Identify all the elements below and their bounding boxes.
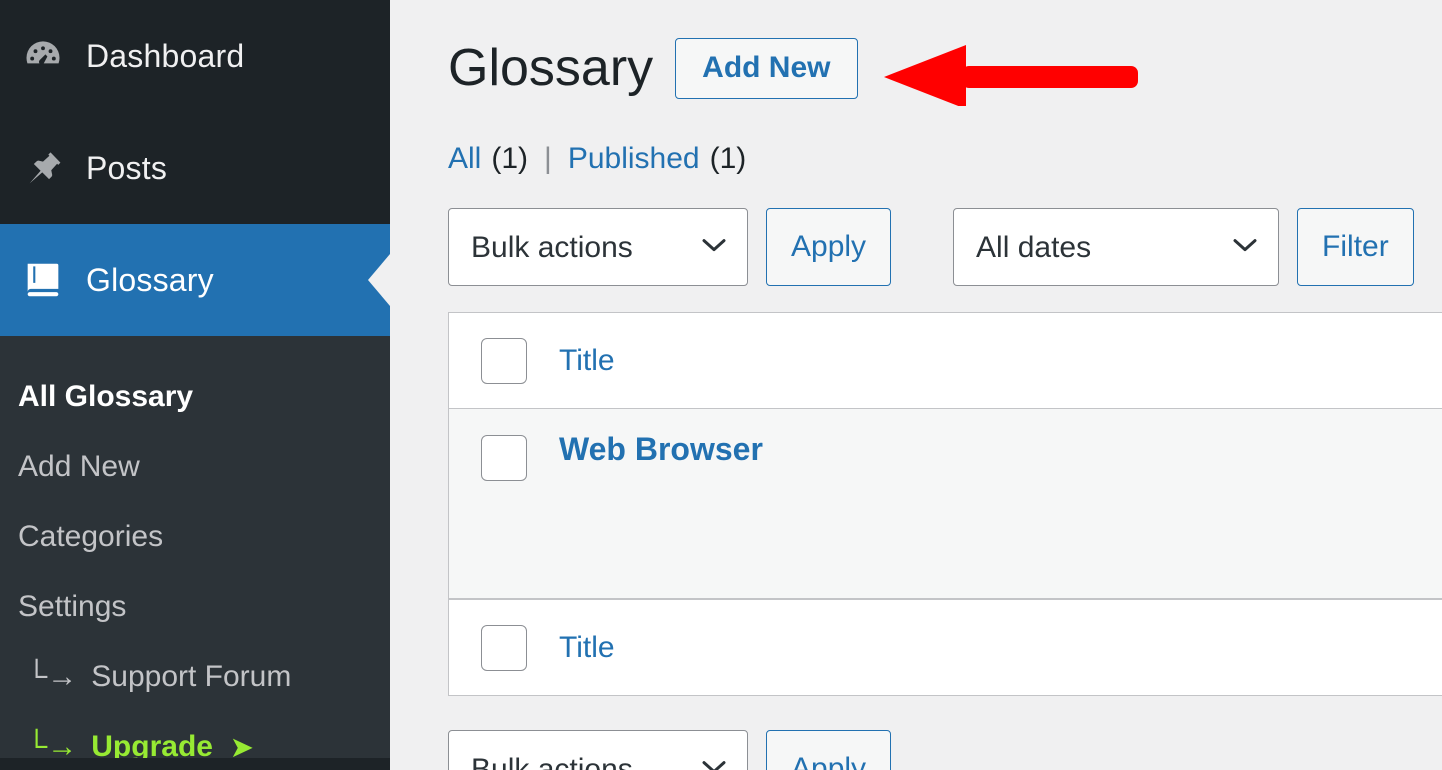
sidebar-subitem-label: Settings <box>18 590 127 623</box>
sidebar-subitem-support-forum[interactable]: └→ Support Forum <box>0 642 390 712</box>
select-all-checkbox-bottom[interactable] <box>481 624 527 671</box>
sidebar-item-label: Glossary <box>86 261 214 298</box>
table-row: Web Browser <box>449 409 1442 599</box>
table-nav-top: Bulk actions Apply All dates Filter <box>448 208 1442 286</box>
sidebar-subitem-label: Add New <box>18 450 140 483</box>
sidebar-subitem-label: All Glossary <box>18 380 194 413</box>
page-header: Glossary Add New <box>448 30 1442 106</box>
bulk-actions-select-top[interactable]: Bulk actions <box>448 208 748 286</box>
bulk-actions-select-wrapper: Bulk actions <box>448 208 748 286</box>
row-title-link[interactable]: Web Browser <box>559 409 763 468</box>
sidebar-subitem-add-new[interactable]: Add New <box>0 432 390 502</box>
row-select-cell <box>449 409 559 481</box>
post-status-filter-links: All (1) | Published (1) <box>448 142 1442 176</box>
sidebar-submenu-glossary: All Glossary Add New Categories Settings… <box>0 336 390 770</box>
wordpress-admin-screen: Dashboard Posts Glossary All Glossary Ad… <box>0 0 1442 770</box>
bulk-actions-select-bottom[interactable]: Bulk actions <box>448 730 748 770</box>
sidebar-subitem-label: Support Forum <box>91 660 292 693</box>
sidebar-item-dashboard[interactable]: Dashboard <box>0 0 390 112</box>
sidebar-subitem-label: Categories <box>18 520 164 553</box>
add-new-button[interactable]: Add New <box>675 37 858 99</box>
external-link-arrow-icon: └→ <box>26 660 78 693</box>
column-header-title[interactable]: Title <box>559 344 615 378</box>
book-icon <box>14 251 72 309</box>
sidebar-item-posts[interactable]: Posts <box>0 112 390 224</box>
filter-button[interactable]: Filter <box>1297 208 1414 286</box>
column-footer-title[interactable]: Title <box>559 631 615 665</box>
dates-filter-select[interactable]: All dates <box>953 208 1280 286</box>
apply-button-top[interactable]: Apply <box>766 208 892 286</box>
dates-select-wrapper: All dates <box>953 208 1280 286</box>
table-footer-row: Title <box>449 599 1442 695</box>
select-all-cell-bottom <box>449 624 559 671</box>
sidebar-item-label: Dashboard <box>86 37 245 74</box>
main-content: Glossary Add New All (1) | Published (1)… <box>390 0 1442 770</box>
table-header-row: Title <box>449 313 1442 409</box>
row-checkbox[interactable] <box>481 435 527 481</box>
sidebar-subitem-all-glossary[interactable]: All Glossary <box>0 362 390 432</box>
select-all-cell <box>449 337 559 384</box>
glossary-list-table: Title Web Browser Title <box>448 312 1442 696</box>
sidebar-footer-strip <box>0 758 390 770</box>
filter-count-published: (1) <box>709 142 747 175</box>
dashboard-gauge-icon <box>14 27 72 85</box>
page-title: Glossary <box>448 39 654 97</box>
pin-icon <box>14 139 72 197</box>
filter-separator: | <box>544 142 552 175</box>
sidebar-main-menu: Dashboard Posts Glossary <box>0 0 390 336</box>
sidebar-item-glossary[interactable]: Glossary <box>0 224 390 336</box>
filter-link-all[interactable]: All <box>448 142 481 176</box>
admin-sidebar: Dashboard Posts Glossary All Glossary Ad… <box>0 0 390 770</box>
filter-link-published[interactable]: Published <box>568 142 700 176</box>
apply-button-bottom[interactable]: Apply <box>766 730 892 770</box>
bulk-actions-select-wrapper-bottom: Bulk actions <box>448 730 748 770</box>
select-all-checkbox-top[interactable] <box>481 337 527 384</box>
table-nav-bottom: Bulk actions Apply <box>448 730 1442 770</box>
sidebar-item-label: Posts <box>86 149 168 186</box>
sidebar-subitem-categories[interactable]: Categories <box>0 502 390 572</box>
sidebar-subitem-settings[interactable]: Settings <box>0 572 390 642</box>
filter-count-all: (1) <box>491 142 529 175</box>
